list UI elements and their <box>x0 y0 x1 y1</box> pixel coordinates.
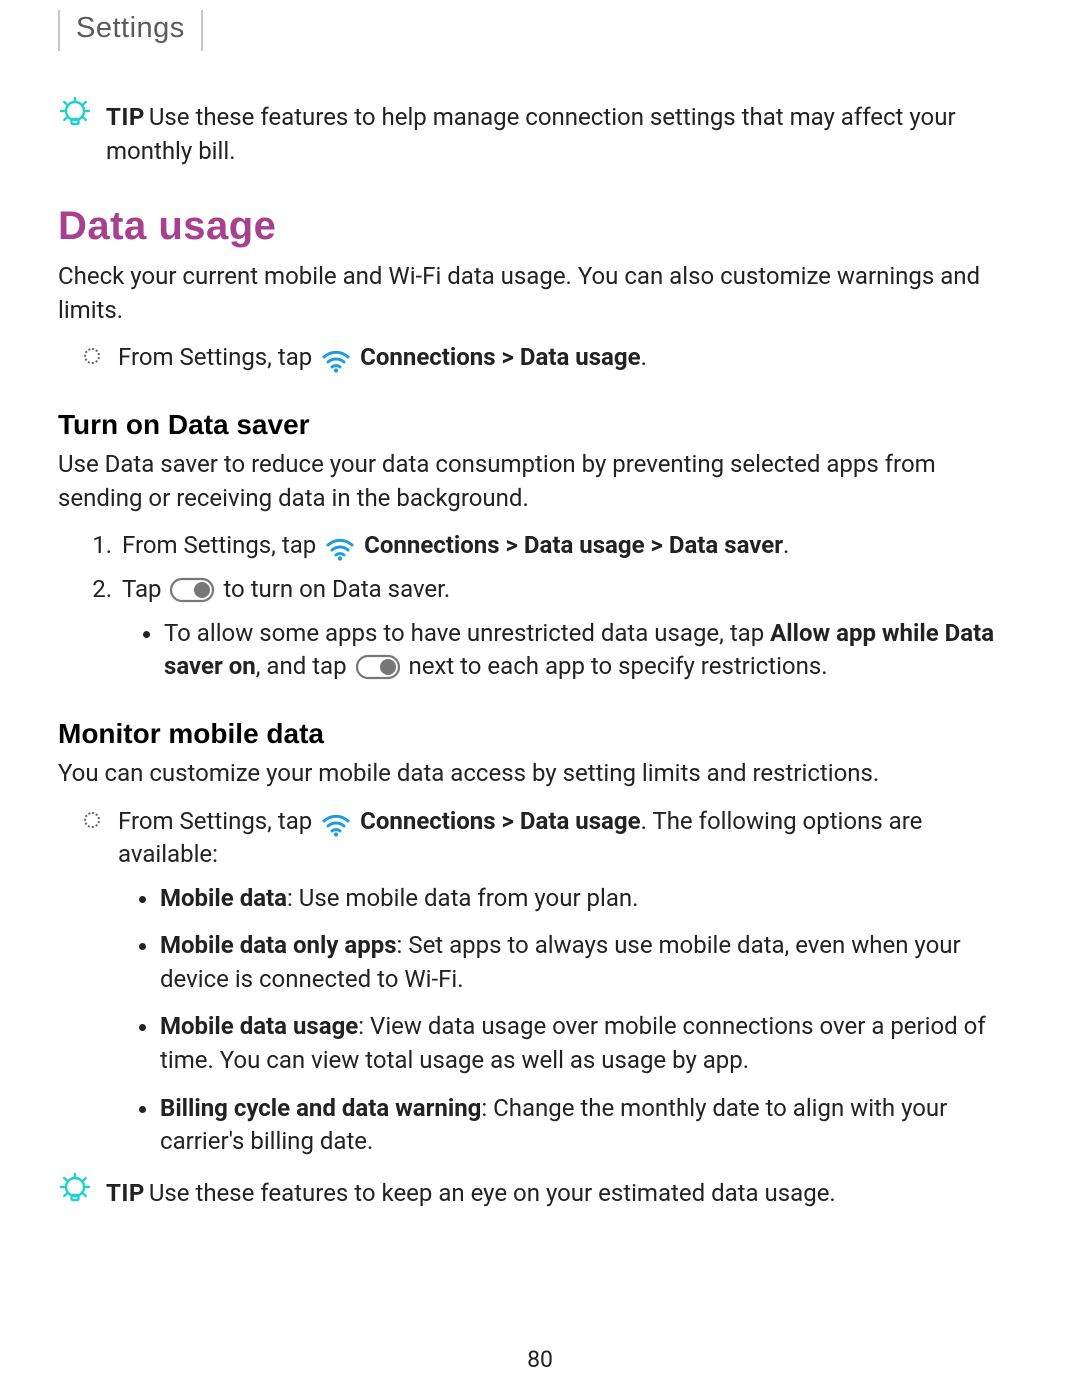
heading-data-usage: Data usage <box>58 198 1022 254</box>
heading-data-saver: Turn on Data saver <box>58 405 1022 444</box>
toggle-icon <box>355 654 401 680</box>
monitor-intro: You can customize your mobile data acces… <box>58 757 1022 791</box>
tip-body: Use these features to help manage connec… <box>106 103 956 165</box>
wifi-icon <box>324 531 356 561</box>
option-mobile-data-only-apps: Mobile data only apps: Set apps to alway… <box>160 929 1022 996</box>
data-saver-intro: Use Data saver to reduce your data consu… <box>58 448 1022 515</box>
data-usage-intro: Check your current mobile and Wi-Fi data… <box>58 260 1022 327</box>
section-tab: Settings <box>58 10 203 51</box>
data-saver-substeps: To allow some apps to have unrestricted … <box>122 617 1022 684</box>
data-saver-steps: From Settings, tap Connections > Data us… <box>58 529 1022 683</box>
option-billing-cycle: Billing cycle and data warning: Change t… <box>160 1092 1022 1159</box>
tip-text-top: TIPUse these features to help manage con… <box>106 101 1022 168</box>
data-saver-step-2: Tap to turn on Data saver. To allow some… <box>118 573 1022 684</box>
tip-label: TIP <box>106 1179 145 1207</box>
lightbulb-icon <box>58 97 92 131</box>
nav-path: Connections > Data usage <box>360 807 640 835</box>
heading-monitor-mobile: Monitor mobile data <box>58 714 1022 753</box>
page-number: 80 <box>0 1346 1080 1373</box>
wifi-icon <box>320 343 352 373</box>
manual-page: Settings TIPUse these features to help m… <box>0 0 1080 1397</box>
option-mobile-data-usage: Mobile data usage: View data usage over … <box>160 1010 1022 1077</box>
tip-block-top: TIPUse these features to help manage con… <box>58 101 1022 168</box>
nav-path: Connections > Data usage <box>360 343 640 371</box>
data-usage-steps: From Settings, tap Connections > Data us… <box>58 341 1022 375</box>
wifi-icon <box>320 807 352 837</box>
tip-body: Use these features to keep an eye on you… <box>149 1179 836 1207</box>
tip-block-bottom: TIPUse these features to keep an eye on … <box>58 1177 1022 1211</box>
data-saver-substep-1: To allow some apps to have unrestricted … <box>164 617 1022 684</box>
tip-label: TIP <box>106 103 145 131</box>
tip-text-bottom: TIPUse these features to keep an eye on … <box>106 1177 1022 1211</box>
data-usage-step-1: From Settings, tap Connections > Data us… <box>118 341 1022 375</box>
toggle-icon <box>169 577 215 603</box>
monitor-step-1: From Settings, tap Connections > Data us… <box>118 805 1022 1159</box>
option-mobile-data: Mobile data: Use mobile data from your p… <box>160 882 1022 916</box>
monitor-options: Mobile data: Use mobile data from your p… <box>118 882 1022 1159</box>
nav-path: Connections > Data usage > Data saver <box>364 531 783 559</box>
data-saver-step-1: From Settings, tap Connections > Data us… <box>118 529 1022 563</box>
lightbulb-icon <box>58 1173 92 1207</box>
monitor-steps: From Settings, tap Connections > Data us… <box>58 805 1022 1159</box>
